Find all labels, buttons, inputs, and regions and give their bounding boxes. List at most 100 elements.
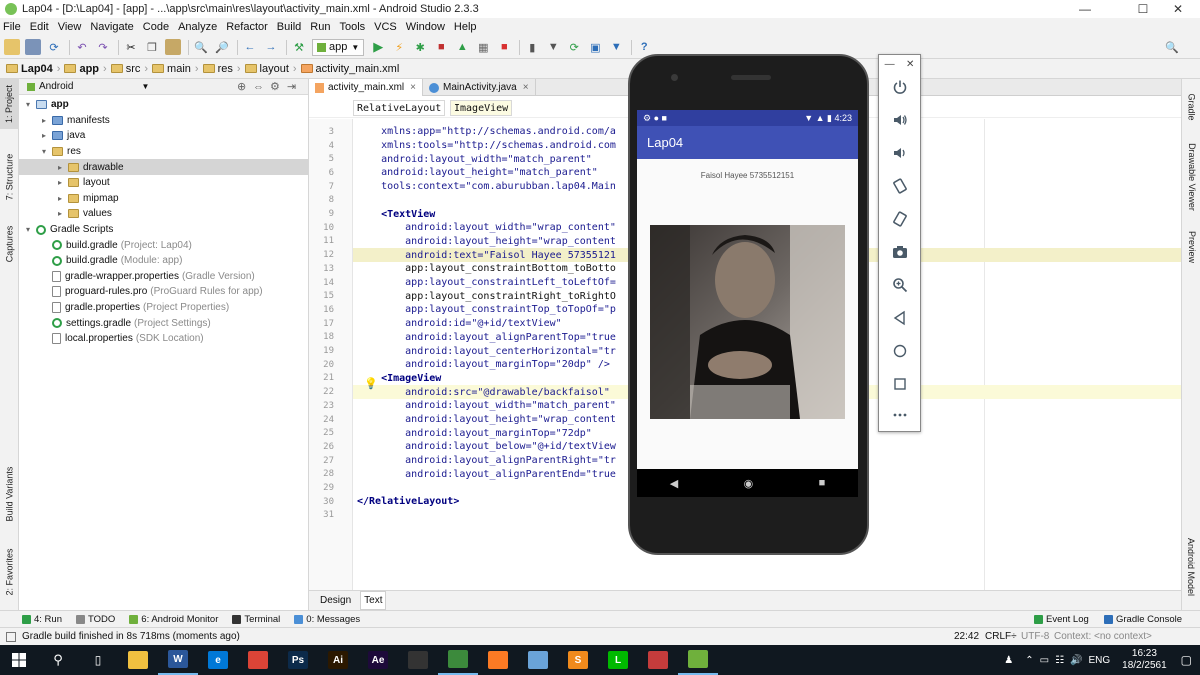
clock[interactable]: 16:23 18/2/2561 bbox=[1122, 648, 1167, 672]
close-button[interactable]: ✕ bbox=[1155, 0, 1200, 18]
tool-gradle-console[interactable]: Gradle Console bbox=[1104, 614, 1182, 625]
taskbar-app[interactable] bbox=[478, 645, 518, 675]
tool-todo[interactable]: TODO bbox=[76, 614, 115, 625]
minimize-button[interactable]: — bbox=[1062, 0, 1108, 18]
tool-run[interactable]: 4: Run bbox=[22, 614, 62, 625]
close-icon[interactable]: ✕ bbox=[906, 59, 914, 70]
make-project-icon[interactable]: ⚒ bbox=[291, 39, 307, 55]
tree-item[interactable]: gradle-wrapper.properties (Gradle Version… bbox=[19, 269, 308, 285]
taskbar-app[interactable] bbox=[638, 645, 678, 675]
project-view-selector[interactable]: Android ▼ ⊕ ⇔ ⚙ ⇥ bbox=[19, 79, 308, 95]
find-icon[interactable]: 🔍 bbox=[193, 39, 209, 55]
tab-project[interactable]: 1: Project bbox=[0, 79, 19, 129]
tab-main-activity-java[interactable]: MainActivity.java × bbox=[423, 79, 536, 96]
back-button[interactable] bbox=[879, 310, 920, 326]
menu-code[interactable]: Code bbox=[143, 21, 169, 33]
context-indicator[interactable]: Context: <no context> bbox=[1054, 631, 1152, 642]
hide-panel-icon[interactable]: ⇥ bbox=[287, 80, 296, 93]
project-structure-icon[interactable]: ▣ bbox=[587, 39, 603, 55]
tab-activity-main-xml[interactable]: activity_main.xml × bbox=[309, 79, 423, 96]
start-button[interactable] bbox=[0, 645, 38, 675]
tool-android-monitor[interactable]: 6: Android Monitor bbox=[129, 614, 218, 625]
taskbar-app[interactable]: W bbox=[158, 645, 198, 675]
tab-drawable-viewer[interactable]: Drawable Viewer bbox=[1182, 137, 1200, 217]
chevron-right-icon[interactable]: ▸ bbox=[55, 178, 65, 187]
menu-window[interactable]: Window bbox=[406, 21, 445, 33]
tree-item[interactable]: ▾ res bbox=[19, 144, 308, 160]
profile-icon[interactable]: ▲ bbox=[454, 39, 470, 55]
notifications-icon[interactable]: ▢ bbox=[1181, 653, 1192, 667]
tree-item[interactable]: ▸ java bbox=[19, 128, 308, 144]
home-button[interactable] bbox=[879, 343, 920, 359]
breadcrumb-main[interactable]: main › bbox=[152, 63, 199, 75]
taskbar-app[interactable] bbox=[238, 645, 278, 675]
chevron-down-icon[interactable]: ▾ bbox=[23, 100, 33, 109]
taskbar-app[interactable] bbox=[438, 645, 478, 675]
taskbar-app[interactable] bbox=[118, 645, 158, 675]
scroll-from-source-icon[interactable]: ⊕ bbox=[237, 80, 246, 93]
menu-run[interactable]: Run bbox=[310, 21, 330, 33]
tree-item[interactable]: ▸ drawable bbox=[19, 159, 308, 175]
sdk-manager-icon[interactable]: ▼ bbox=[545, 39, 561, 55]
tab-preview[interactable]: Preview bbox=[1182, 224, 1200, 269]
attach-debugger-icon[interactable]: ■ bbox=[433, 39, 449, 55]
overview-button[interactable] bbox=[879, 376, 920, 392]
breadcrumb-res[interactable]: res › bbox=[202, 63, 241, 75]
cursor-position[interactable]: 22:42 bbox=[954, 631, 979, 642]
rotate-right-button[interactable] bbox=[879, 211, 920, 227]
taskbar-app[interactable]: Ai bbox=[318, 645, 358, 675]
redo-icon[interactable]: ↷ bbox=[95, 39, 111, 55]
collapse-all-icon[interactable]: ⇔ bbox=[253, 81, 264, 93]
search-button[interactable]: ⚲ bbox=[38, 645, 78, 675]
gradle-sync-icon[interactable]: ⟳ bbox=[566, 39, 582, 55]
taskbar-app[interactable]: S bbox=[558, 645, 598, 675]
taskbar-app[interactable]: Ae bbox=[358, 645, 398, 675]
tray-chevron-icon[interactable]: ⌃ bbox=[1025, 655, 1033, 666]
gear-icon[interactable]: ⚙ bbox=[270, 80, 280, 93]
menu-edit[interactable]: Edit bbox=[30, 21, 49, 33]
menu-vcs[interactable]: VCS bbox=[374, 21, 397, 33]
battery-icon[interactable]: ▭ bbox=[1040, 655, 1049, 666]
menu-build[interactable]: Build bbox=[277, 21, 301, 33]
xml-crumb-imageview[interactable]: ImageView bbox=[450, 100, 513, 116]
tab-captures[interactable]: Captures bbox=[0, 219, 19, 269]
debug-icon[interactable]: ✱ bbox=[412, 39, 428, 55]
status-toggle-icon[interactable] bbox=[6, 631, 16, 642]
back-icon[interactable]: ◀ bbox=[670, 477, 678, 490]
taskbar-app[interactable]: Ps bbox=[278, 645, 318, 675]
tab-gradle[interactable]: Gradle bbox=[1182, 87, 1200, 127]
more-button[interactable] bbox=[879, 407, 920, 423]
search-everywhere-icon[interactable]: 🔍 bbox=[1164, 39, 1180, 55]
breadcrumb-src[interactable]: src › bbox=[110, 63, 148, 75]
overview-icon[interactable]: ■ bbox=[819, 477, 826, 489]
run-icon[interactable]: ▶ bbox=[370, 39, 386, 55]
xml-crumb-relativelayout[interactable]: RelativeLayout bbox=[353, 100, 446, 116]
tool-messages[interactable]: 0: Messages bbox=[294, 614, 360, 625]
save-all-icon[interactable] bbox=[25, 39, 41, 55]
device-monitor-icon[interactable]: ▼ bbox=[608, 39, 624, 55]
chevron-right-icon[interactable]: ▸ bbox=[55, 163, 65, 172]
tree-item[interactable]: build.gradle (Project: Lap04) bbox=[19, 237, 308, 253]
close-icon[interactable]: × bbox=[523, 82, 529, 93]
help-icon[interactable]: ? bbox=[636, 39, 652, 55]
back-arrow-icon[interactable]: ← bbox=[242, 39, 258, 55]
breadcrumb-module[interactable]: app › bbox=[64, 63, 107, 75]
chevron-right-icon[interactable]: ▸ bbox=[39, 116, 49, 125]
file-encoding[interactable]: UTF-8 bbox=[1021, 631, 1049, 642]
tab-structure[interactable]: 7: Structure bbox=[0, 147, 19, 207]
tool-terminal[interactable]: Terminal bbox=[232, 614, 280, 625]
minimize-icon[interactable]: — bbox=[885, 59, 895, 70]
taskbar-app[interactable] bbox=[398, 645, 438, 675]
volume-down-button[interactable] bbox=[879, 145, 920, 161]
lightbulb-icon[interactable]: 💡 bbox=[364, 377, 378, 390]
paste-icon[interactable] bbox=[165, 39, 181, 55]
chevron-right-icon[interactable]: ▸ bbox=[39, 131, 49, 140]
close-icon[interactable]: × bbox=[410, 82, 416, 93]
volume-icon[interactable]: 🔊 bbox=[1070, 655, 1082, 666]
stop-icon[interactable]: ■ bbox=[496, 39, 512, 55]
copy-icon[interactable]: ❐ bbox=[144, 39, 160, 55]
language-indicator[interactable]: ENG bbox=[1088, 655, 1110, 666]
home-icon[interactable]: ◉ bbox=[744, 477, 754, 490]
replace-icon[interactable]: 🔎 bbox=[214, 39, 230, 55]
coverage-icon[interactable]: ▦ bbox=[475, 39, 491, 55]
